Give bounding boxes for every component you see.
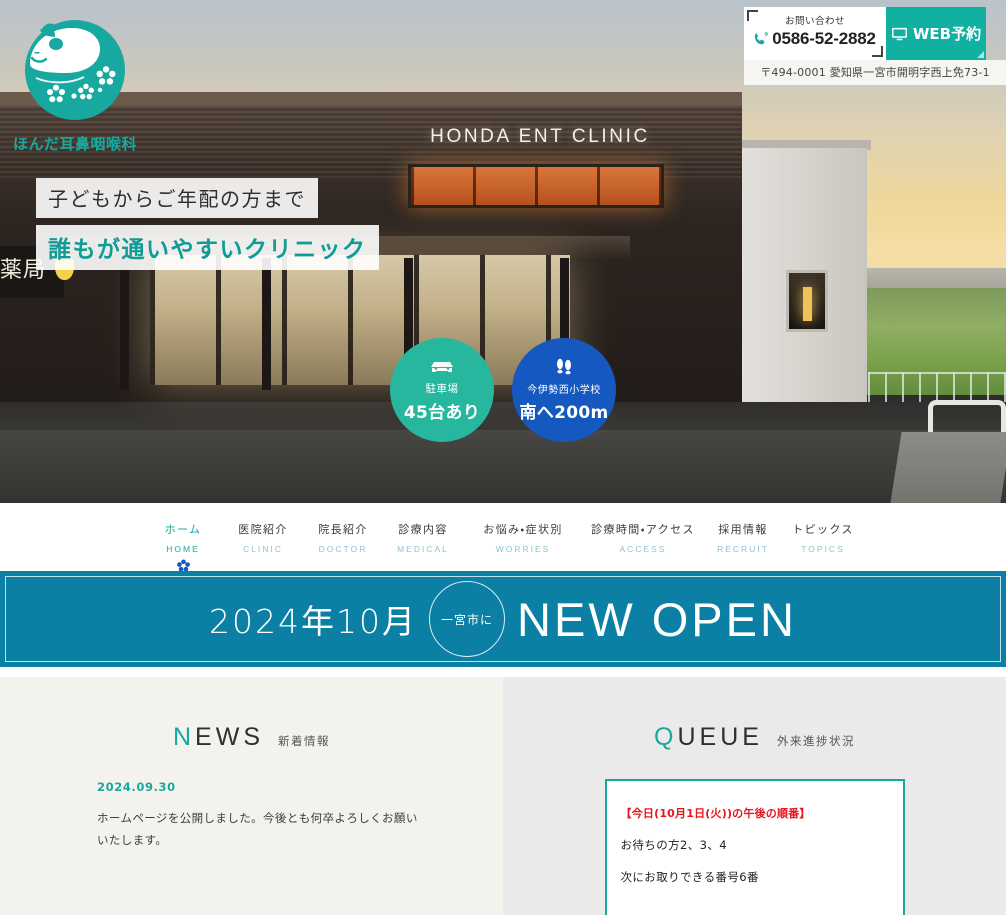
web-reservation-button[interactable]: WEB予約	[886, 7, 986, 60]
queue-heading-rest: UEUE	[677, 723, 763, 751]
news-heading-initial: N	[172, 723, 196, 751]
nav-item-recruit-ja: 採用情報	[718, 523, 768, 536]
queue-waiting-line: お待ちの方2、3、4	[620, 838, 727, 852]
banner-headline: NEW OPEN	[517, 592, 797, 646]
nav-item-doctor[interactable]: 院長紹介 DOCTOR	[303, 521, 383, 554]
new-open-banner[interactable]: 2024年10月 一宮市に NEW OPEN	[0, 571, 1006, 667]
news-heading: NEWS 新着情報	[0, 723, 503, 752]
school-badge-sub: 今伊勢西小学校	[527, 385, 601, 396]
new-open-banner-inner: 2024年10月 一宮市に NEW OPEN	[209, 581, 797, 657]
web-reservation-label: WEB予約	[912, 25, 982, 43]
building-sign: HONDA ENT CLINIC	[430, 126, 650, 147]
banner-date: 2024年10月	[209, 602, 418, 641]
phone-icon	[755, 32, 769, 45]
nav-item-recruit[interactable]: 採用情報 RECRUIT	[703, 521, 783, 554]
nav-item-worries-ja: お悩み・症状別	[483, 523, 563, 536]
queue-title: 【今日(10月1日(火))の午後の順番】	[620, 807, 811, 820]
site-logo[interactable]: ほんだ耳鼻咽喉科	[10, 8, 140, 154]
nav-item-clinic-ja: 医院紹介	[238, 523, 288, 536]
canopy-pillar	[120, 258, 129, 390]
queue-heading-initial: Q	[654, 723, 678, 751]
catchcopy-line-1: 子どもからご年配の方まで	[36, 178, 318, 218]
annex-window	[786, 270, 828, 332]
main-navigation: ホーム HOME 医院紹介 CLINIC 院長紹介 DOCTOR 診療内容 ME…	[0, 503, 1006, 572]
nav-item-recruit-en: RECRUIT	[717, 544, 769, 554]
car-icon	[390, 358, 494, 378]
nav-item-access[interactable]: 診療時間・アクセス ACCESS	[583, 521, 703, 554]
telephone-box[interactable]: お問い合わせ 0586-52-2882	[744, 7, 886, 60]
nav-item-home[interactable]: ホーム HOME	[143, 521, 223, 572]
queue-heading: QUEUE 外来進捗状況	[503, 723, 1006, 752]
page-root: HONDA ENT CLINIC 薬局 子どもからご年配の方まで 誰もが通いやす…	[0, 0, 1006, 915]
concrete-walkway	[890, 432, 1006, 503]
nav-item-topics[interactable]: トピックス TOPICS	[783, 521, 863, 554]
monitor-icon	[891, 27, 907, 40]
nav-item-home-en: HOME	[166, 544, 200, 554]
list-item[interactable]: 2024.09.30 ホームページを公開しました。今後とも何卒よろしくお願いいた…	[97, 780, 427, 852]
news-heading-ja: 新着情報	[278, 734, 330, 748]
nav-item-medical[interactable]: 診療内容 MEDICAL	[383, 521, 463, 554]
panda-flower-logo-icon	[25, 20, 125, 120]
corner-mark-top-left	[747, 10, 758, 21]
parking-badge-sub: 駐車場	[425, 383, 459, 395]
nav-item-access-ja: 診療時間・アクセス	[591, 523, 695, 536]
queue-heading-ja: 外来進捗状況	[776, 734, 855, 748]
nav-item-worries[interactable]: お悩み・症状別 WORRIES	[463, 521, 583, 554]
field-fence	[868, 372, 1006, 402]
hero-catchcopy: 子どもからご年配の方まで 誰もが通いやすいクリニック	[36, 178, 379, 277]
queue-heading-en: QUEUE	[654, 723, 763, 752]
canopy-pillar	[262, 258, 271, 390]
nav-item-topics-en: TOPICS	[801, 544, 845, 554]
catchcopy-line-2: 誰もが通いやすいクリニック	[36, 225, 379, 270]
nav-item-clinic[interactable]: 医院紹介 CLINIC	[223, 521, 303, 554]
nav-item-clinic-en: CLINIC	[243, 544, 283, 554]
upper-window-band	[408, 164, 664, 208]
nav-item-worries-en: WORRIES	[495, 544, 551, 554]
school-badge-main: 南へ200m	[519, 403, 609, 423]
nav-item-home-ja: ホーム	[164, 523, 202, 536]
telephone-number-row: 0586-52-2882	[752, 29, 878, 49]
banner-city-circle: 一宮市に	[429, 581, 506, 657]
queue-next-line: 次にお取りできる番号6番	[620, 870, 759, 884]
corner-mark-bottom-right	[872, 46, 883, 57]
queue-status-box: 【今日(10月1日(火))の午後の順番】 お待ちの方2、3、4 次にお取りできる…	[604, 779, 905, 915]
parking-badge[interactable]: 駐車場 45台あり	[390, 338, 494, 442]
nav-item-access-en: ACCESS	[619, 544, 667, 554]
nav-item-medical-ja: 診療内容	[398, 523, 448, 536]
news-list: 2024.09.30 ホームページを公開しました。今後とも何卒よろしくお願いいた…	[97, 780, 427, 852]
header-contact: お問い合わせ 0586-52-2882 WEB予約 〒494-0001 愛知県一…	[744, 7, 1006, 85]
parking-badge-main: 45台あり	[403, 403, 481, 423]
hero-section: HONDA ENT CLINIC 薬局 子どもからご年配の方まで 誰もが通いやす…	[0, 0, 1006, 503]
site-logo-text: ほんだ耳鼻咽喉科	[12, 135, 137, 153]
news-heading-en: NEWS	[173, 723, 264, 752]
news-section: NEWS 新着情報 2024.09.30 ホームページを公開しました。今後とも何…	[0, 677, 503, 915]
nav-item-doctor-ja: 院長紹介	[318, 523, 368, 536]
nav-item-topics-ja: トピックス	[792, 523, 854, 536]
footprints-icon	[512, 358, 616, 378]
news-item-text: ホームページを公開しました。今後とも何卒よろしくお願いいたします。	[97, 811, 418, 848]
nav-item-medical-en: MEDICAL	[397, 544, 449, 554]
news-heading-rest: EWS	[195, 723, 264, 751]
telephone-number: 0586-52-2882	[772, 29, 876, 48]
school-distance-badge[interactable]: 今伊勢西小学校 南へ200m	[512, 338, 616, 442]
asphalt-sheen	[0, 430, 1006, 503]
clinic-address: 〒494-0001 愛知県一宮市開明字西上免73-1	[744, 60, 1006, 85]
nav-item-doctor-en: DOCTOR	[318, 544, 368, 554]
queue-section: QUEUE 外来進捗状況 【今日(10月1日(火))の午後の順番】 お待ちの方2…	[503, 677, 1006, 915]
news-item-date: 2024.09.30	[97, 780, 176, 794]
telephone-label: お問い合わせ	[784, 16, 845, 27]
lower-sections: NEWS 新着情報 2024.09.30 ホームページを公開しました。今後とも何…	[0, 677, 1006, 915]
